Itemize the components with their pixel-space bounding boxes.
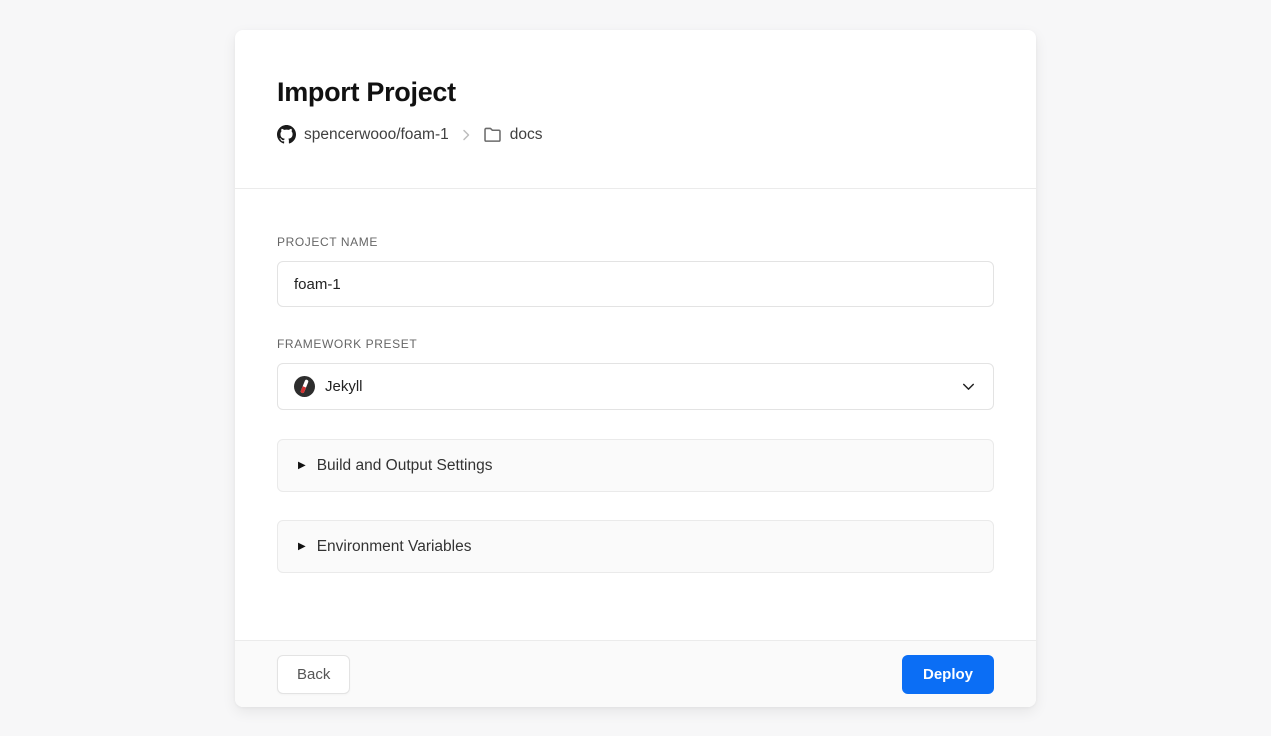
project-name-field-group: PROJECT NAME: [277, 235, 994, 307]
build-output-settings-accordion[interactable]: ▶ Build and Output Settings: [277, 439, 994, 492]
framework-preset-label: FRAMEWORK PRESET: [277, 337, 994, 351]
import-project-dialog: Import Project spencerwooo/foam-1: [235, 30, 1036, 707]
disclosure-triangle-icon: ▶: [298, 542, 306, 552]
environment-variables-label: Environment Variables: [317, 538, 472, 556]
chevron-down-icon: [960, 378, 977, 395]
project-name-label: PROJECT NAME: [277, 235, 994, 249]
dialog-footer: Back Deploy: [235, 640, 1036, 707]
breadcrumb-folder-label: docs: [510, 126, 543, 144]
jekyll-icon: [294, 376, 315, 397]
framework-preset-field-group: FRAMEWORK PRESET Jekyll: [277, 337, 994, 410]
breadcrumb-repo-label: spencerwooo/foam-1: [304, 126, 449, 144]
dialog-body: PROJECT NAME FRAMEWORK PRESET Jekyll: [235, 189, 1036, 640]
chevron-right-icon: [458, 127, 474, 143]
build-output-settings-label: Build and Output Settings: [317, 457, 493, 475]
back-button[interactable]: Back: [277, 655, 350, 694]
deploy-button[interactable]: Deploy: [902, 655, 994, 694]
framework-preset-select[interactable]: Jekyll: [277, 363, 994, 410]
github-icon: [277, 125, 296, 144]
breadcrumb-repo[interactable]: spencerwooo/foam-1: [277, 125, 449, 144]
environment-variables-accordion[interactable]: ▶ Environment Variables: [277, 520, 994, 573]
framework-preset-value: Jekyll: [325, 378, 950, 395]
page-title: Import Project: [277, 77, 994, 108]
disclosure-triangle-icon: ▶: [298, 461, 306, 471]
breadcrumb: spencerwooo/foam-1 docs: [277, 125, 994, 144]
folder-icon: [483, 125, 502, 144]
dialog-header: Import Project spencerwooo/foam-1: [235, 30, 1036, 188]
project-name-input[interactable]: [277, 261, 994, 307]
breadcrumb-folder[interactable]: docs: [483, 125, 543, 144]
